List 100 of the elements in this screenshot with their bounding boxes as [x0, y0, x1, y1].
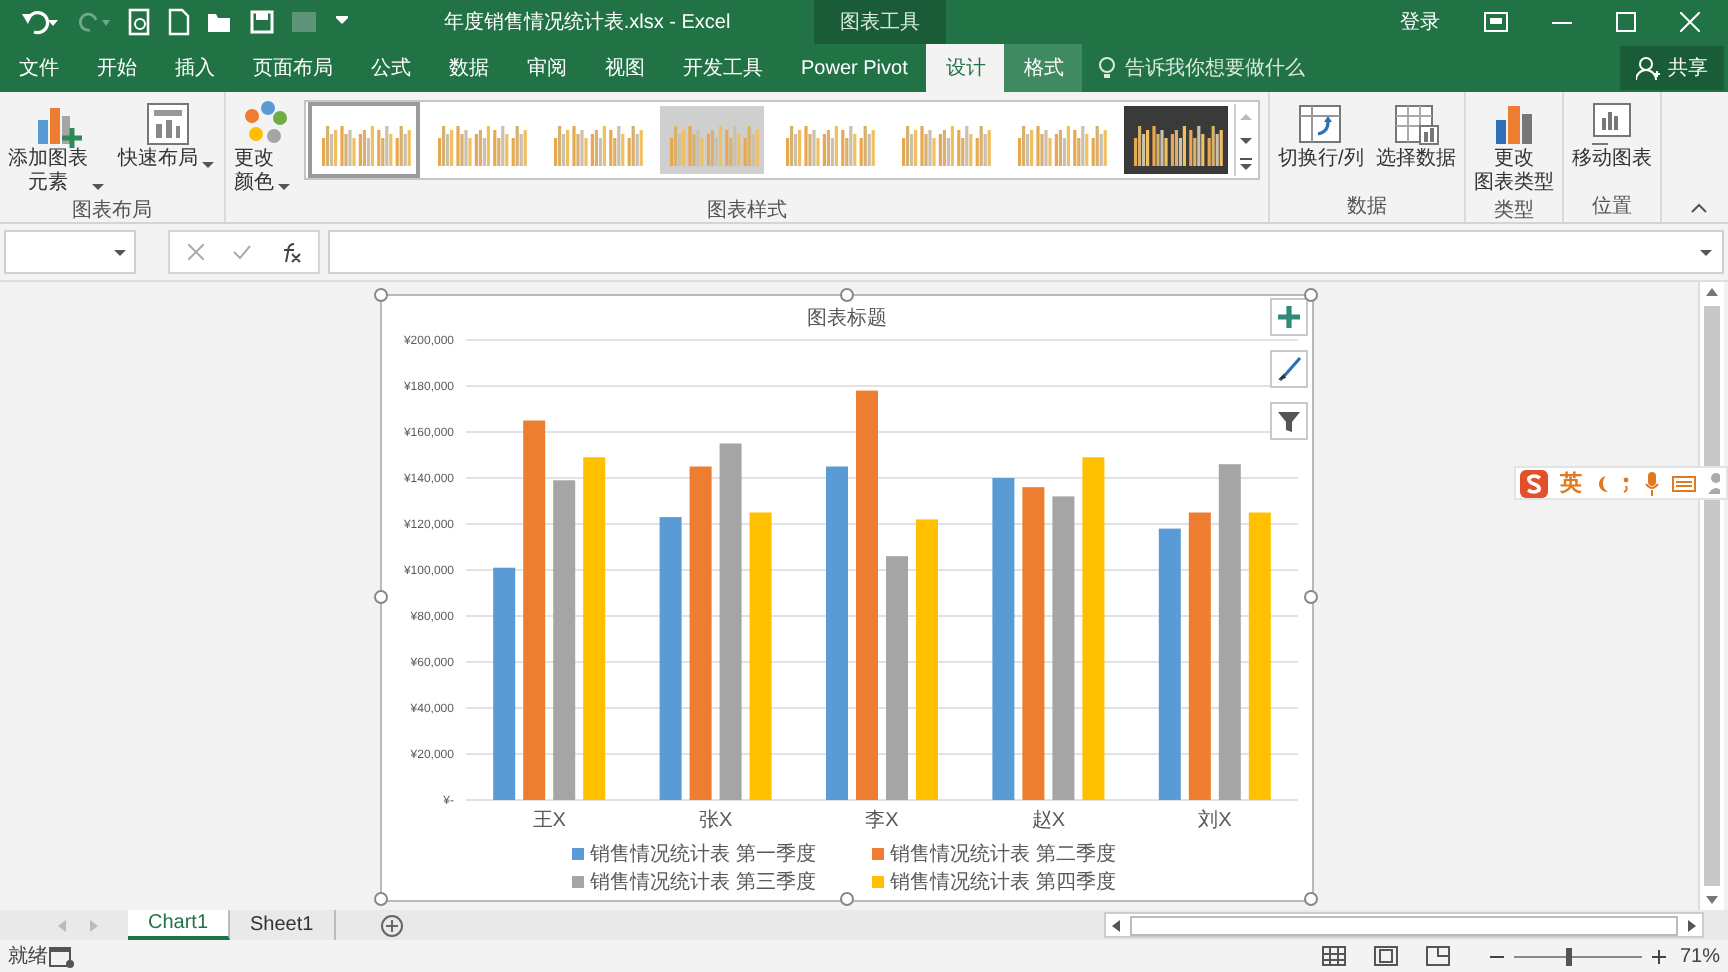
- ribbon-tab[interactable]: 插入: [156, 44, 234, 92]
- new-file-icon[interactable]: [168, 8, 190, 36]
- legend-marker: [872, 876, 884, 888]
- normal-view-icon[interactable]: [1321, 946, 1346, 966]
- status-text: 就绪: [8, 943, 48, 970]
- expand-caret-icon[interactable]: [1698, 245, 1714, 259]
- move-chart-button[interactable]: 移动图表: [1567, 96, 1656, 175]
- punctuation-icon[interactable]: [1622, 473, 1632, 493]
- switch-row-column-button[interactable]: 切换行/列: [1274, 96, 1368, 175]
- ribbon-tab[interactable]: 设计: [926, 44, 1005, 92]
- change-colors-button[interactable]: 更改颜色: [230, 96, 296, 198]
- group-label: 图表样式: [705, 198, 789, 222]
- resize-handle[interactable]: [374, 590, 388, 604]
- open-folder-icon[interactable]: [206, 10, 234, 34]
- ribbon-tab[interactable]: 开发工具: [664, 44, 782, 92]
- resize-handle[interactable]: [1304, 892, 1318, 906]
- resize-handle[interactable]: [839, 892, 853, 906]
- person-icon[interactable]: [1708, 472, 1720, 494]
- zoom-level[interactable]: 71%: [1679, 945, 1720, 967]
- chart-filters-button[interactable]: [1270, 402, 1308, 440]
- legend-label: 销售情况统计表 第四季度: [890, 872, 1116, 894]
- brush-icon: [1276, 356, 1302, 382]
- close-icon[interactable]: [1680, 12, 1700, 32]
- ribbon-tab[interactable]: 公式: [352, 44, 430, 92]
- ribbon-tab[interactable]: 视图: [586, 44, 664, 92]
- add-chart-element-button[interactable]: 添加图表元素: [4, 96, 110, 198]
- axis-label: 刘X: [1198, 810, 1232, 832]
- ime-logo-icon[interactable]: [1520, 469, 1548, 497]
- scrollbar-thumb[interactable]: [1704, 306, 1720, 886]
- formula-input[interactable]: [328, 230, 1724, 274]
- function-icon[interactable]: [279, 241, 301, 263]
- chart-styles-button[interactable]: [1270, 350, 1308, 388]
- switch-row-column-icon: [1296, 100, 1345, 148]
- change-chart-type-button[interactable]: 更改图表类型: [1469, 96, 1558, 198]
- microphone-icon[interactable]: [1644, 471, 1660, 495]
- axis-label: 李X: [865, 810, 899, 832]
- page-layout-icon[interactable]: [1373, 946, 1398, 966]
- scrollbar-thumb[interactable]: [1129, 915, 1678, 935]
- group-label: 数据: [1344, 194, 1389, 222]
- chart-style-option[interactable]: [1120, 102, 1232, 178]
- ribbon-tab[interactable]: 页面布局: [234, 44, 352, 92]
- page-break-icon[interactable]: [1425, 946, 1450, 966]
- legend-label: 销售情况统计表 第一季度: [590, 844, 816, 866]
- select-data-icon: [1391, 100, 1440, 148]
- chart-elements-button[interactable]: [1270, 298, 1308, 336]
- save-icon[interactable]: [250, 10, 274, 34]
- quick-layout-button[interactable]: 快速布局: [114, 96, 220, 175]
- moon-icon[interactable]: [1594, 473, 1610, 493]
- maximize-icon[interactable]: [1616, 12, 1636, 32]
- legend-label: 销售情况统计表 第三季度: [590, 872, 816, 894]
- plus-icon: [1276, 304, 1302, 330]
- input-mode-toggle[interactable]: 英: [1560, 468, 1582, 498]
- resize-handle[interactable]: [839, 288, 853, 302]
- keyboard-icon[interactable]: [1672, 473, 1696, 493]
- collapse-ribbon-icon[interactable]: [1690, 202, 1708, 214]
- person-icon: [1636, 56, 1660, 80]
- chart-title: 图表标题: [807, 308, 887, 330]
- print-preview-icon[interactable]: [128, 8, 152, 36]
- ribbon-tab[interactable]: Power Pivot: [782, 44, 927, 92]
- select-data-button[interactable]: 选择数据: [1371, 96, 1460, 175]
- cancel-icon[interactable]: [187, 244, 203, 260]
- move-chart-icon: [1587, 100, 1636, 148]
- zoom-in-icon[interactable]: [1651, 949, 1666, 963]
- ribbon-tab[interactable]: 审阅: [508, 44, 586, 92]
- resize-handle[interactable]: [1304, 590, 1318, 604]
- dropdown-caret-icon: [112, 245, 128, 259]
- ribbon-tab[interactable]: 开始: [78, 44, 156, 92]
- change-colors-icon: [239, 100, 287, 148]
- legend-marker: [872, 848, 884, 860]
- customize-icon[interactable]: [334, 14, 350, 30]
- resize-handle[interactable]: [374, 892, 388, 906]
- more-icon[interactable]: [1236, 152, 1256, 176]
- group-label: 位置: [1589, 194, 1634, 222]
- new-sheet-icon[interactable]: [379, 913, 404, 937]
- macro-record-icon[interactable]: [48, 944, 76, 968]
- check-icon[interactable]: [231, 244, 251, 260]
- legend-marker: [572, 848, 584, 860]
- ribbon-tab[interactable]: 文件: [0, 44, 78, 92]
- ribbon-tab[interactable]: 格式: [1004, 44, 1083, 92]
- sign-in-link[interactable]: 登录: [1400, 8, 1440, 36]
- axis-label: 王X: [532, 810, 566, 832]
- axis-label: 张X: [698, 810, 733, 832]
- resize-handle[interactable]: [1304, 288, 1318, 302]
- undo-icon[interactable]: [20, 8, 60, 36]
- group-label: 图表布局: [70, 198, 154, 222]
- legend-label: 销售情况统计表 第二季度: [890, 844, 1116, 866]
- zoom-slider-thumb[interactable]: [1566, 947, 1572, 965]
- tell-me-field[interactable]: 告诉我你想要做什么: [1124, 54, 1305, 82]
- redo-icon[interactable]: [76, 8, 112, 36]
- ribbon-display-icon[interactable]: [1484, 12, 1508, 32]
- sheet-tab[interactable]: Chart1: [128, 910, 231, 940]
- window-title: 年度销售情况统计表.xlsx - Excel: [441, 9, 733, 36]
- group-label: 类型: [1491, 198, 1536, 222]
- filter-icon: [1276, 408, 1302, 434]
- lightbulb-icon[interactable]: [1098, 56, 1117, 80]
- quick-layout-icon: [143, 100, 191, 148]
- resize-handle[interactable]: [374, 288, 388, 302]
- share-button[interactable]: 共享: [1620, 46, 1724, 90]
- ribbon-tab[interactable]: 数据: [430, 44, 508, 92]
- legend-marker: [572, 876, 584, 888]
